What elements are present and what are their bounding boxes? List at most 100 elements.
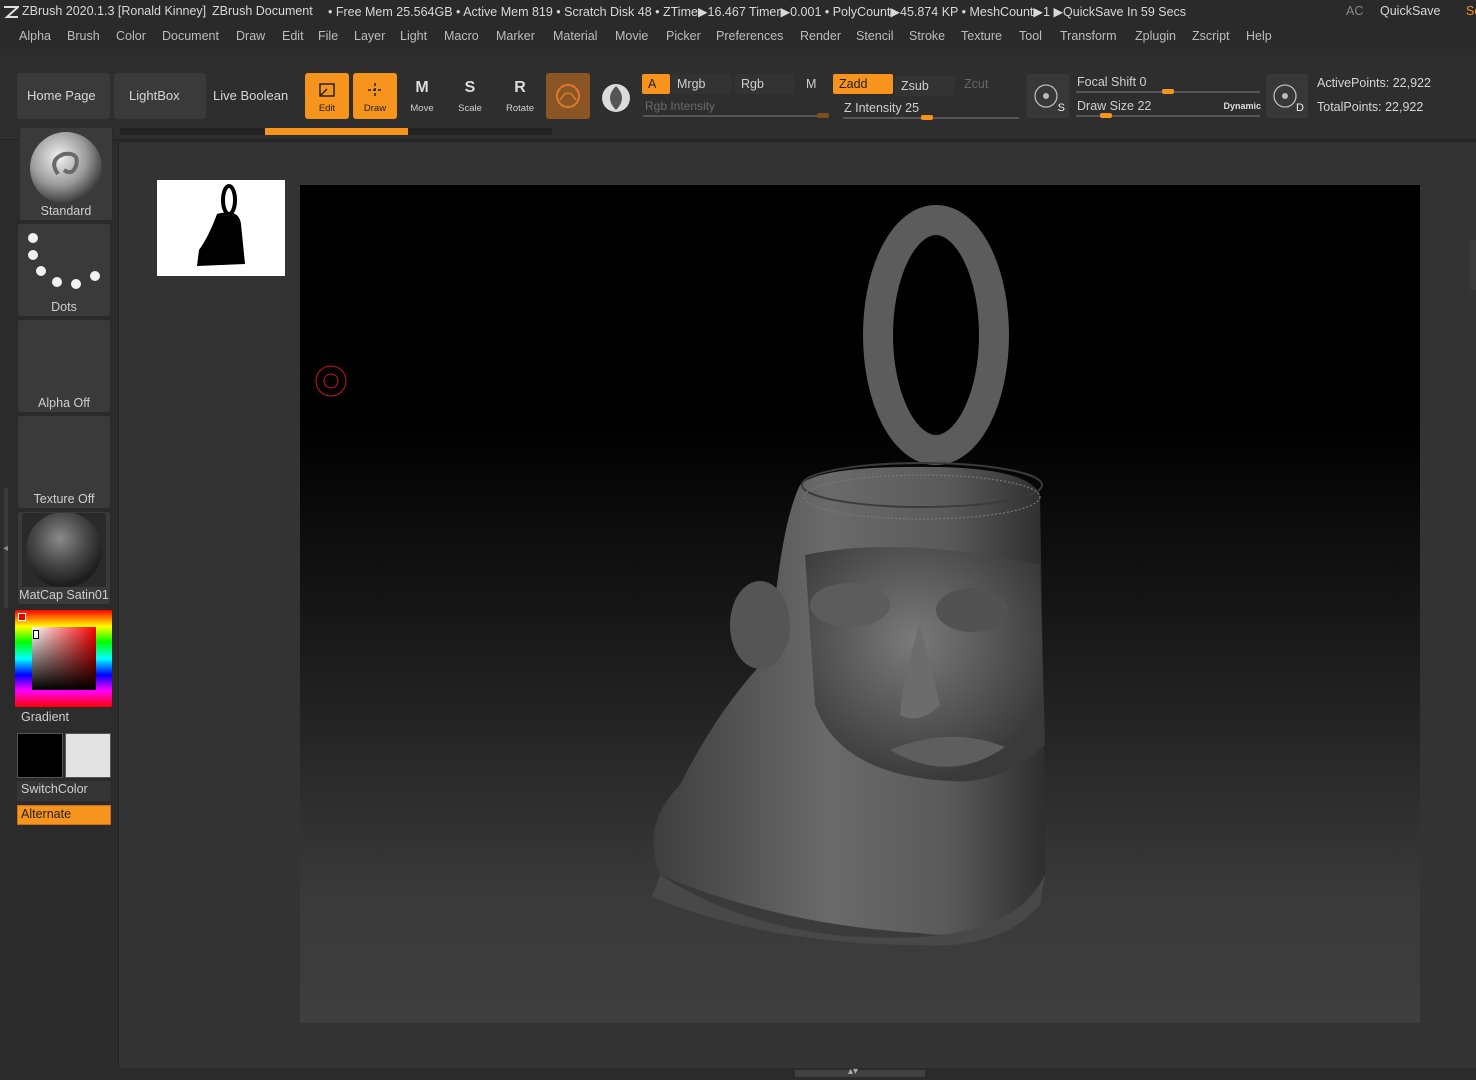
menu-stroke[interactable]: Stroke bbox=[909, 29, 945, 43]
main-color-swatch[interactable] bbox=[17, 733, 63, 778]
menu-draw[interactable]: Draw bbox=[236, 29, 265, 43]
z-intensity-value: 25 bbox=[905, 101, 920, 115]
menu-bar: Alpha Brush Color Document Draw Edit Fil… bbox=[0, 24, 1476, 50]
rgb-button[interactable]: Rgb bbox=[735, 74, 795, 94]
color-picker[interactable] bbox=[15, 610, 112, 707]
rgb-intensity-slider[interactable] bbox=[643, 115, 829, 117]
lightbox-button[interactable]: LightBox bbox=[114, 73, 206, 119]
focal-shift-label: Focal Shift bbox=[1077, 75, 1137, 89]
alpha-name: Alpha Off bbox=[38, 396, 90, 410]
z-intensity-label: Z Intensity bbox=[844, 101, 902, 115]
s-pivot-button[interactable]: S bbox=[1027, 74, 1069, 118]
saturation-box[interactable] bbox=[32, 627, 96, 690]
edit-button[interactable]: Edit bbox=[305, 73, 349, 119]
sphere-button[interactable] bbox=[594, 73, 638, 119]
document-title: ZBrush Document bbox=[212, 4, 313, 18]
home-page-button[interactable]: Home Page bbox=[17, 73, 110, 119]
draw-mode-button[interactable] bbox=[546, 73, 590, 119]
menu-file[interactable]: File bbox=[318, 29, 338, 43]
z-intensity-knob[interactable] bbox=[921, 115, 933, 120]
draw-size-label: Draw Size bbox=[1077, 99, 1134, 113]
a-mode-button[interactable]: A bbox=[642, 74, 670, 94]
bell-silhouette-icon bbox=[197, 184, 245, 266]
secondary-color-swatch[interactable] bbox=[65, 733, 111, 778]
brush-cursor-icon bbox=[315, 365, 347, 397]
draw-button[interactable]: Draw bbox=[353, 73, 397, 119]
alpha-selector[interactable]: Alpha Off bbox=[17, 319, 111, 413]
brush-name: Standard bbox=[40, 204, 92, 218]
focal-shift-knob[interactable] bbox=[1162, 89, 1174, 94]
menu-render[interactable]: Render bbox=[800, 29, 841, 43]
d-pivot-button[interactable]: D bbox=[1266, 74, 1308, 118]
ac-toggle[interactable]: AC bbox=[1346, 4, 1363, 18]
texture-selector[interactable]: Texture Off bbox=[17, 415, 111, 509]
draw-size-knob[interactable] bbox=[1100, 113, 1112, 118]
material-selector[interactable]: MatCap Satin01 bbox=[17, 511, 111, 605]
menu-macro[interactable]: Macro bbox=[444, 29, 479, 43]
rotate-label: Rotate bbox=[506, 103, 534, 114]
bell-head-sculpt bbox=[652, 205, 1045, 946]
bottom-tray-toggle-icon[interactable]: ▴▾ bbox=[848, 1066, 858, 1077]
menu-brush[interactable]: Brush bbox=[67, 29, 100, 43]
menu-alpha[interactable]: Alpha bbox=[19, 29, 51, 43]
brush-selector[interactable]: Standard bbox=[19, 127, 113, 221]
menu-tool[interactable]: Tool bbox=[1019, 29, 1042, 43]
sphere-icon bbox=[602, 84, 630, 112]
progress-fill bbox=[265, 128, 408, 135]
rotate-button[interactable]: R Rotate bbox=[498, 73, 542, 119]
scale-label: Scale bbox=[458, 103, 482, 114]
live-boolean-button[interactable]: Live Boolean bbox=[209, 73, 301, 119]
move-button[interactable]: M Move bbox=[400, 73, 444, 119]
memory-stats: • Free Mem 25.564GB • Active Mem 819 • S… bbox=[328, 5, 1187, 19]
menu-texture[interactable]: Texture bbox=[961, 29, 1002, 43]
right-tray-handle[interactable] bbox=[1470, 240, 1476, 290]
edit-label: Edit bbox=[318, 103, 336, 114]
draw-icon bbox=[368, 83, 382, 97]
menu-transform[interactable]: Transform bbox=[1060, 29, 1117, 43]
menu-preferences[interactable]: Preferences bbox=[716, 29, 783, 43]
see-through-button[interactable]: Se bbox=[1466, 4, 1476, 18]
menu-material[interactable]: Material bbox=[553, 29, 597, 43]
switchcolor-button[interactable]: SwitchColor bbox=[17, 781, 111, 801]
zsub-button[interactable]: Zsub bbox=[895, 76, 955, 96]
navigation-thumbnail[interactable] bbox=[157, 180, 285, 276]
menu-edit[interactable]: Edit bbox=[282, 29, 304, 43]
menu-light[interactable]: Light bbox=[400, 29, 427, 43]
menu-marker[interactable]: Marker bbox=[496, 29, 535, 43]
zadd-button[interactable]: Zadd bbox=[833, 74, 893, 94]
m-button[interactable]: M bbox=[800, 74, 830, 94]
focal-shift-value: 0 bbox=[1139, 75, 1147, 89]
mrgb-button[interactable]: Mrgb bbox=[671, 74, 731, 94]
move-icon: M bbox=[415, 79, 429, 96]
bottom-tray-handle[interactable] bbox=[795, 1070, 925, 1077]
material-name: MatCap Satin01 bbox=[19, 588, 109, 602]
tray-collapse-icon[interactable]: ◂ bbox=[3, 543, 8, 554]
menu-color[interactable]: Color bbox=[116, 29, 146, 43]
viewport-canvas[interactable] bbox=[300, 185, 1420, 1023]
gradient-button[interactable]: Gradient bbox=[17, 708, 111, 730]
hue-marker-icon bbox=[18, 613, 26, 621]
app-title: ZBrush 2020.1.3 [Ronald Kinney] bbox=[22, 4, 207, 18]
zbrush-logo-icon bbox=[4, 6, 19, 18]
rgb-intensity-knob[interactable] bbox=[817, 113, 829, 118]
color-marker-icon bbox=[33, 630, 39, 639]
menu-stencil[interactable]: Stencil bbox=[856, 29, 894, 43]
texture-name: Texture Off bbox=[33, 492, 95, 506]
dynamic-toggle[interactable]: Dynamic bbox=[1223, 96, 1261, 116]
stroke-selector[interactable]: Dots bbox=[17, 223, 111, 317]
menu-help[interactable]: Help bbox=[1246, 29, 1272, 43]
quicksave-button[interactable]: QuickSave bbox=[1380, 4, 1440, 18]
standard-brush-icon bbox=[30, 132, 102, 204]
total-points: TotalPoints: 22,922 bbox=[1317, 100, 1424, 114]
alternate-button[interactable]: Alternate bbox=[17, 805, 111, 825]
s-pivot-label: S bbox=[1057, 102, 1065, 114]
menu-zscript[interactable]: Zscript bbox=[1192, 29, 1230, 43]
menu-zplugin[interactable]: Zplugin bbox=[1135, 29, 1176, 43]
menu-document[interactable]: Document bbox=[162, 29, 219, 43]
scale-button[interactable]: S Scale bbox=[448, 73, 492, 119]
menu-layer[interactable]: Layer bbox=[354, 29, 385, 43]
menu-picker[interactable]: Picker bbox=[666, 29, 701, 43]
dots-stroke-icon bbox=[18, 224, 110, 294]
menu-movie[interactable]: Movie bbox=[615, 29, 648, 43]
zcut-button[interactable]: Zcut bbox=[958, 74, 1018, 94]
